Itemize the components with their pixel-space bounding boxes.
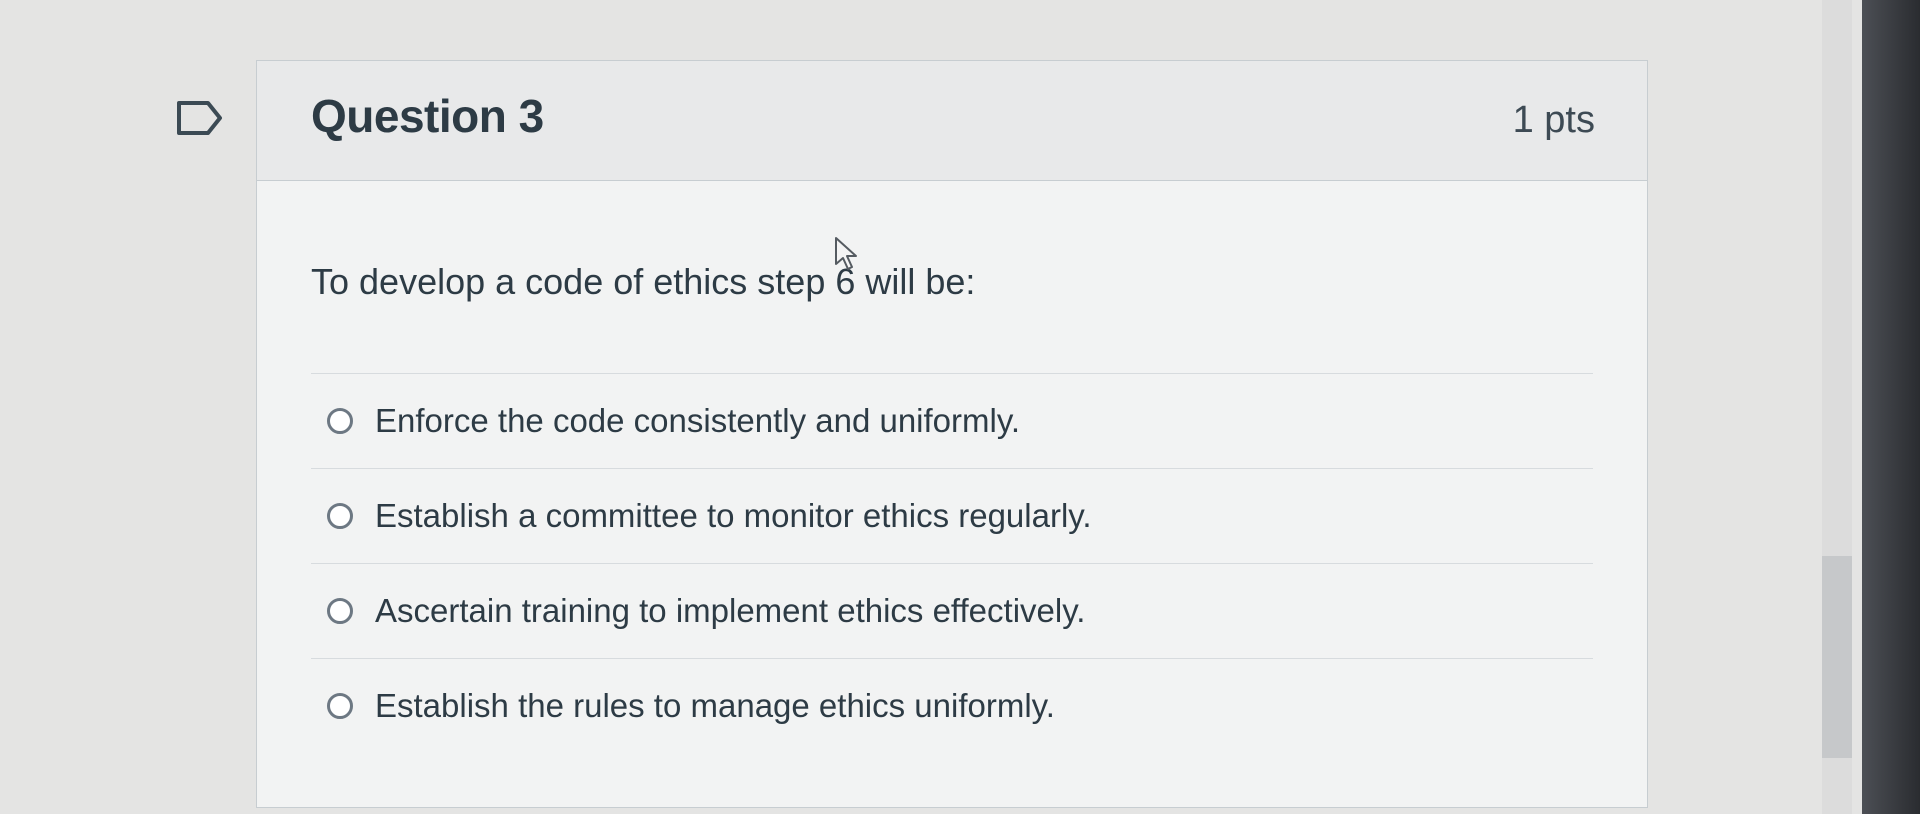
flag-question-icon[interactable] <box>176 100 224 136</box>
answer-label: Ascertain training to implement ethics e… <box>375 592 1086 629</box>
mouse-cursor-icon <box>834 236 860 272</box>
scrollbar-thumb[interactable] <box>1822 556 1852 758</box>
answer-option-4[interactable]: Establish the rules to manage ethics uni… <box>311 659 1593 753</box>
answer-option-3[interactable]: Ascertain training to implement ethics e… <box>311 564 1593 659</box>
answer-list: Enforce the code consistently and unifor… <box>311 373 1593 753</box>
answer-label: Establish the rules to manage ethics uni… <box>375 687 1055 724</box>
question-text: To develop a code of ethics step 6 will … <box>311 261 976 302</box>
answer-label: Enforce the code consistently and unifor… <box>375 402 1021 439</box>
question-header: Question 3 1 pts <box>257 61 1647 181</box>
answer-option-2[interactable]: Establish a committee to monitor ethics … <box>311 469 1593 564</box>
question-card: Question 3 1 pts To develop a code of et… <box>256 60 1648 808</box>
radio-button-icon[interactable] <box>327 598 353 624</box>
answer-option-1[interactable]: Enforce the code consistently and unifor… <box>311 374 1593 469</box>
answer-label: Establish a committee to monitor ethics … <box>375 497 1092 534</box>
radio-button-icon[interactable] <box>327 693 353 719</box>
radio-button-icon[interactable] <box>327 408 353 434</box>
window-edge <box>1862 0 1920 814</box>
question-points: 1 pts <box>1512 99 1595 141</box>
question-title: Question 3 <box>311 90 544 142</box>
question-body: To develop a code of ethics step 6 will … <box>257 181 1647 753</box>
radio-button-icon[interactable] <box>327 503 353 529</box>
